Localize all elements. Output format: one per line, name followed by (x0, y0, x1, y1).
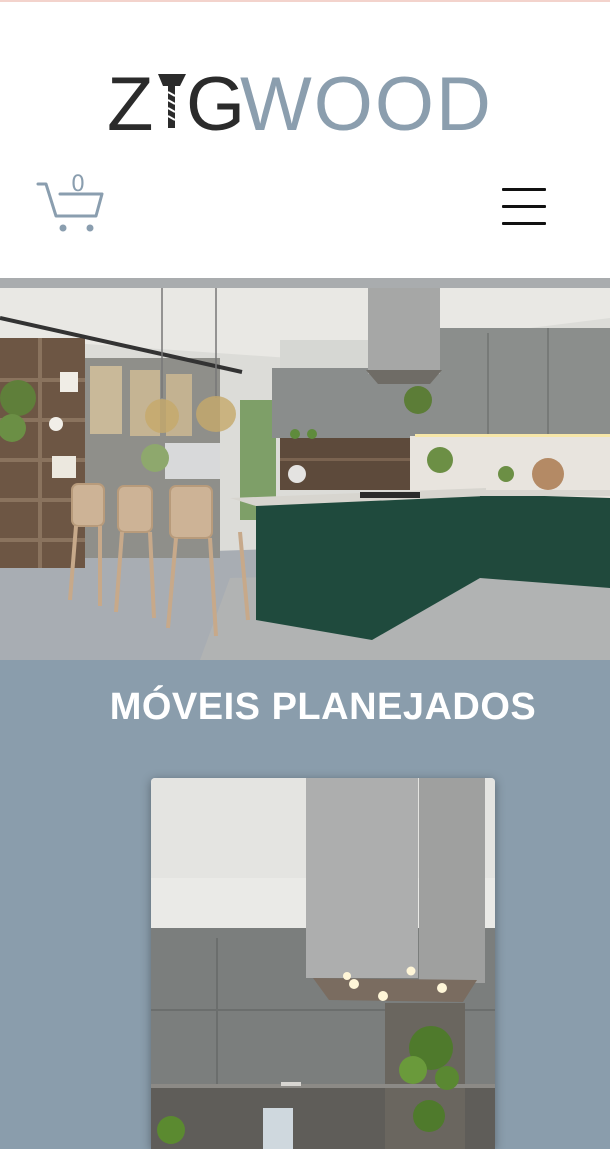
logo-letter-g: G (186, 62, 245, 142)
logo-letter-z: Z (107, 62, 153, 142)
menu-bar (502, 188, 546, 191)
menu-bar (502, 222, 546, 225)
menu-bar (502, 205, 546, 208)
section-title: MÓVEIS PLANEJADOS (109, 686, 537, 728)
hero-kitchen-image (0, 288, 610, 660)
kitchen-hood-image (151, 778, 495, 1149)
cart-button[interactable]: 0 (36, 172, 106, 236)
screw-icon (158, 74, 186, 128)
section-moveis-planejados: MÓVEIS PLANEJADOS (0, 660, 610, 1149)
header-divider (0, 278, 610, 288)
top-accent-line (0, 0, 610, 2)
cart-count: 0 (71, 172, 85, 197)
zigwood-logo[interactable]: Z G WOOD (0, 52, 610, 142)
menu-button[interactable] (502, 186, 546, 228)
project-card[interactable] (151, 778, 495, 1149)
logo-wood: WOOD (240, 62, 493, 142)
